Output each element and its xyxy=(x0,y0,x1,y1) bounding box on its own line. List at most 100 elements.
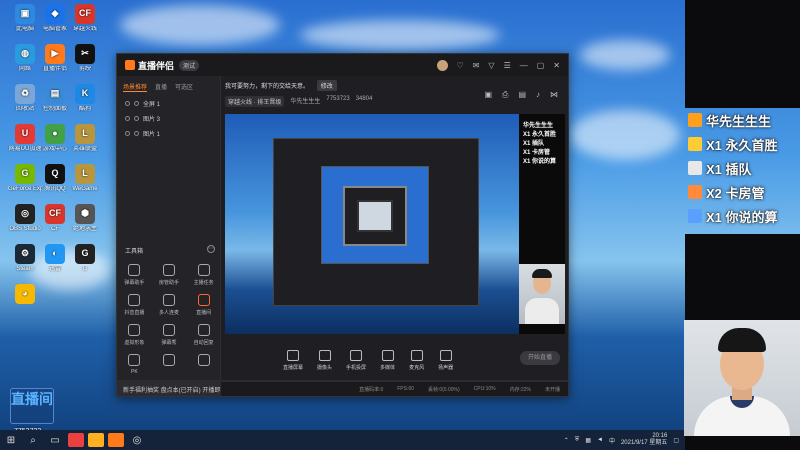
eye-icon[interactable] xyxy=(125,116,130,121)
desktop-icon[interactable]: ◐ 迅雷 xyxy=(38,244,72,273)
source-control[interactable]: 多媒体 xyxy=(380,349,395,371)
toolbox-item[interactable]: 房管助手 xyxy=(152,264,187,286)
desktop-icon-label: 剪映 xyxy=(78,66,91,72)
toolbox-item[interactable]: 抖音直播 xyxy=(117,294,152,316)
app-badge[interactable]: 测试 xyxy=(179,59,200,71)
desktop-icon[interactable]: GG xyxy=(68,244,102,273)
gift-icon xyxy=(688,113,702,127)
edit-button[interactable]: 修改 xyxy=(316,80,337,91)
toolbox-item[interactable] xyxy=(186,354,221,375)
status-item: 内存:22% xyxy=(509,386,531,393)
scene-item[interactable]: 全屏 1 xyxy=(117,96,220,111)
desktop-icon[interactable]: G GeForce Experience xyxy=(8,164,42,193)
desktop-icon[interactable]: ◍ 网络 xyxy=(8,44,42,73)
cloud-4 xyxy=(570,110,680,160)
lock-icon[interactable] xyxy=(134,101,139,106)
desktop-icon-label: 网易UU加速 xyxy=(8,146,42,152)
source-control[interactable]: 扬声器 xyxy=(438,349,453,371)
notification-icon[interactable]: ▢ xyxy=(673,437,679,444)
toolbox-item[interactable]: 直播间 xyxy=(186,294,221,316)
source-control[interactable]: 麦克风 xyxy=(409,349,424,371)
taskbar-app-obs[interactable]: ◎ xyxy=(126,430,148,450)
tab-optional[interactable]: 可选区 xyxy=(175,82,193,92)
desktop-icon[interactable]: ⚙ Steam xyxy=(8,244,42,273)
shirt-icon[interactable]: ♡ xyxy=(457,61,464,70)
tray-network-icon[interactable]: ▦ xyxy=(585,437,591,444)
record-icon[interactable]: ▤ xyxy=(518,90,526,100)
app-icon: ✂ xyxy=(75,44,95,64)
source-control[interactable]: 摄像头 xyxy=(317,349,332,371)
tray-volume-icon[interactable]: ◄ xyxy=(597,437,603,443)
tool-label: 直播间 xyxy=(196,310,212,316)
share-icon[interactable]: ⋈ xyxy=(550,90,558,100)
app-icon: G xyxy=(15,164,35,184)
app-icon: L xyxy=(75,164,95,184)
toolbox-item[interactable]: 自动回复 xyxy=(186,324,221,346)
toolbox-item[interactable]: 主播任务 xyxy=(186,264,221,286)
desktop-icon[interactable]: U 网易UU加速 xyxy=(8,124,42,153)
scene-item[interactable]: 图片 3 xyxy=(117,111,220,126)
desktop-icon[interactable]: ◆ 电脑管家 xyxy=(38,4,72,33)
menu-icon[interactable]: ☰ xyxy=(504,61,511,70)
desktop-icon[interactable]: ♻ 回收站 xyxy=(8,84,42,113)
eye-icon[interactable] xyxy=(125,101,130,106)
desktop-icon[interactable]: ◕ xyxy=(8,284,42,306)
lock-icon[interactable] xyxy=(134,131,139,136)
source-icon xyxy=(439,349,452,361)
toolbox-item[interactable]: 弹幕助手 xyxy=(117,264,152,286)
eye-icon[interactable] xyxy=(125,131,130,136)
desktop-icon[interactable]: L WeGame xyxy=(68,164,102,193)
minimize-icon[interactable]: — xyxy=(520,61,528,70)
source-control[interactable]: 手机投屏 xyxy=(346,349,366,371)
go-live-button[interactable]: 开始直播 xyxy=(520,351,560,365)
taskbar-app-live[interactable] xyxy=(88,433,104,447)
desktop-icon[interactable]: CF CF xyxy=(38,204,72,233)
desktop-icon[interactable]: K 酷狗 xyxy=(68,84,102,113)
user-avatar[interactable] xyxy=(436,59,448,71)
mail-icon[interactable]: ✉ xyxy=(473,61,480,70)
desktop-icon[interactable]: ● 游戏中心 xyxy=(38,124,72,153)
desktop-icon[interactable]: ◎ OBS Studio xyxy=(8,204,42,233)
stream-preview[interactable]: 华先生生生 X1 永久首胜 X1 插队 X1 卡房管 X1 你说的算 xyxy=(225,114,565,334)
lock-icon[interactable] xyxy=(134,116,139,121)
tray-shield-icon[interactable]: ⛨ xyxy=(575,437,580,444)
toolbox-item[interactable]: 弹幕秀 xyxy=(152,324,187,346)
search-icon[interactable]: ⌕ xyxy=(22,430,44,450)
task-view-icon[interactable]: ▭ xyxy=(44,430,66,450)
tray-ime-icon[interactable]: 中 xyxy=(609,436,615,445)
close-icon[interactable]: ✕ xyxy=(553,61,560,70)
desktop-icon[interactable]: ▣ 此电脑 xyxy=(8,4,42,33)
lock-icon[interactable]: ▣ xyxy=(484,90,492,100)
toolbox-item[interactable]: PK xyxy=(117,354,152,375)
tab-scene[interactable]: 场景推荐 xyxy=(123,82,148,92)
taskbar-app-companion[interactable] xyxy=(108,433,124,447)
bell-icon[interactable]: ♪ xyxy=(536,90,540,100)
desktop-icon[interactable]: Q 腾讯QQ xyxy=(38,164,72,193)
taskbar-app-tencent[interactable] xyxy=(68,433,84,447)
toolbox-item[interactable]: 虚拟形象 xyxy=(117,324,152,346)
taskbar-clock[interactable]: 20:16 2021/9/17 星期五 xyxy=(621,433,667,447)
toolbox-item[interactable] xyxy=(152,354,187,375)
scene-item[interactable]: 图片 1 xyxy=(117,126,220,141)
desktop-icon-label: 回收站 xyxy=(15,106,34,112)
desktop-icon[interactable]: ✂ 剪映 xyxy=(68,44,102,73)
start-icon[interactable]: ⊞ xyxy=(0,430,22,450)
tray-chevron-icon[interactable]: ⌃ xyxy=(564,437,569,444)
source-control[interactable]: 直播屏幕 xyxy=(283,349,303,371)
app-icon: ◍ xyxy=(15,44,35,64)
toolbox-item[interactable]: 多人连麦 xyxy=(152,294,187,316)
category-pill[interactable]: 穿越火线 · 排王晋级 xyxy=(225,96,285,107)
screenshot-icon[interactable]: ⎙ xyxy=(502,90,508,100)
desktop-icon[interactable]: ▤ 控制面板 xyxy=(38,84,72,113)
toolbox-add-button[interactable]: ⋯ xyxy=(207,245,215,253)
desktop-icon[interactable]: ▶ 直播伴侣 xyxy=(38,44,72,73)
preview-camera xyxy=(519,264,565,324)
desktop-icon[interactable]: ⬢ 绝地求生 xyxy=(68,204,102,233)
tab-live[interactable]: 直播 xyxy=(155,82,167,92)
filter-icon[interactable]: ▽ xyxy=(488,61,494,70)
desktop-icon[interactable]: L 英雄联盟 xyxy=(68,124,102,153)
ranking-row: X1 永久首胜 xyxy=(688,132,800,156)
maximize-icon[interactable]: ▢ xyxy=(537,61,545,70)
source-icon xyxy=(410,349,423,361)
desktop-icon[interactable]: CF 穿越火线 xyxy=(68,4,102,33)
